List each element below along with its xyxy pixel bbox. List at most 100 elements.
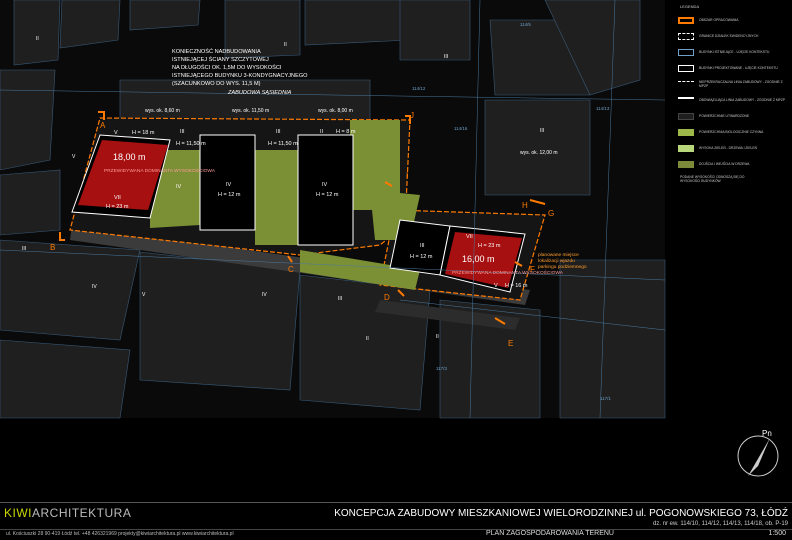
legend-label: WYSOKA ZIELEŃ - DRZEWA I ZIELEŃ	[699, 146, 757, 150]
legend-label: GRANICE DZIAŁEK EWIDENCYJNYCH	[699, 34, 759, 38]
neighbour-height-2: wys. ok. 11,50 m	[232, 108, 269, 114]
legend-item: BUDYNKI ISTNIEJĄCE - UJĘCIE KONTEKSTU	[678, 47, 788, 57]
parcel-number-2: 114/13	[596, 106, 610, 111]
logo-architektura: ARCHITEKTURA	[32, 506, 132, 520]
building-label-4-storeys: IV	[176, 184, 182, 190]
legend-swatch	[678, 48, 694, 56]
legend-item: GRANICE DZIAŁEK EWIDENCYJNYCH	[678, 31, 788, 41]
legend-item: NIEPRZEKRACZALNA LINIA ZABUDOWY - ZGODNI…	[678, 79, 788, 89]
legend-label: OBOWIĄZUJĄCA LINIA ZABUDOWY - ZGODNIE Z …	[699, 98, 786, 102]
parcel-number-3: 114/16	[454, 126, 468, 131]
building-label-10-height: H = 16 m	[505, 283, 528, 289]
existing-storey-2: II	[284, 42, 287, 48]
legend-label: BUDYNKI ISTNIEJĄCE - UJĘCIE KONTEKSTU	[699, 50, 770, 54]
parcel-number-1: 114/12	[412, 86, 426, 91]
legend-swatch	[678, 16, 694, 24]
building-label-8-height: H = 12 m	[410, 254, 433, 260]
legend-item: BUDYNKI PROJEKTOWANE - UJĘCIE KONTEKSTU	[678, 63, 788, 73]
section-marker-e: E	[508, 339, 513, 348]
legend-item: WYSOKA ZIELEŃ - DRZEWA I ZIELEŃ	[678, 143, 788, 153]
legend-item: DOJŚCIA I WEJŚCIA W DRZEWA	[678, 159, 788, 169]
building-label-9-height: H = 23 m	[478, 243, 501, 249]
legend-label: DOJŚCIA I WEJŚCIA W DRZEWA	[699, 162, 750, 166]
section-marker-i: I	[406, 171, 408, 180]
north-arrow: Pn	[737, 429, 779, 477]
section-marker-a: A	[100, 121, 106, 130]
neighbour-height-3: wys. ok. 8,00 m	[318, 108, 353, 114]
legend-swatch	[678, 112, 694, 120]
existing-storey-4: IV	[92, 284, 97, 290]
legend: LEGENDA OBSZAR OPRACOWANIA GRANICE DZIAŁ…	[678, 4, 788, 183]
top-note-line-4: ISTNIEJĄCEGO BUDYNKU 3-KONDYGNACYJNEGO	[172, 73, 308, 79]
parcel-list: dz. nr ew. 114/10, 114/12, 114/13, 114/1…	[653, 521, 788, 527]
top-note-line-1: KONIECZNOŚĆ NADBUDOWANIA	[172, 47, 261, 55]
parcel-number-5: 117/1	[600, 396, 611, 401]
existing-storey-3: III	[540, 128, 544, 134]
legend-label: OBSZAR OPRACOWANIA	[699, 18, 739, 22]
existing-storey-9: III	[444, 54, 448, 60]
building-label-10-storeys: V	[494, 283, 498, 289]
entrance-note-line-1: planowane miejsce	[538, 252, 579, 258]
existing-storey-5: IV	[262, 292, 267, 298]
legend-title: LEGENDA	[680, 4, 700, 9]
building-label-3-storeys: II	[320, 129, 324, 135]
neighbour-label: ZABUDOWA SĄSIEDNIA	[227, 90, 292, 96]
firm-logo: KIWIARCHITEKTURA	[4, 506, 131, 520]
top-note-line-3: NA DŁUGOŚCI OK. 1,5M DO WYSOKOŚCI	[172, 63, 282, 71]
logo-kiwi: KIWI	[4, 506, 32, 520]
north-label: Pn	[762, 429, 772, 438]
legend-swatch	[678, 96, 694, 104]
section-marker-h: H	[522, 201, 528, 210]
legend-swatch	[678, 64, 694, 72]
building-label-1-storeys: III	[180, 129, 185, 135]
building-label-0-storeys: V	[114, 130, 118, 136]
section-marker-g: G	[548, 209, 554, 218]
legend-note: PODANE WYSOKOŚCI ODNOSZĄ SIĘ DO WYSOKOŚC…	[680, 175, 745, 183]
legend-swatch	[678, 160, 694, 168]
legend-item: OBOWIĄZUJĄCA LINIA ZABUDOWY - ZGODNIE Z …	[678, 95, 788, 105]
drawing-scale: 1:500	[768, 530, 786, 537]
legend-label: NIEPRZEKRACZALNA LINIA ZABUDOWY - ZGODNI…	[699, 80, 783, 88]
legend-label: POWIERZCHNIE UTWARDZONE	[699, 114, 750, 118]
legend-item: OBSZAR OPRACOWANIA	[678, 15, 788, 25]
building-label-3-height: H = 8 m	[336, 129, 356, 135]
legend-label: POWIERZCHNIA BIOLOGICZNIE CZYNNA	[699, 130, 764, 134]
building-label-6-storeys: IV	[322, 182, 328, 188]
existing-storey-11: III	[338, 296, 342, 302]
legend-label: BUDYNKI PROJEKTOWANE - UJĘCIE KONTEKSTU	[699, 66, 778, 70]
building-label-8-storeys: III	[420, 243, 425, 249]
building-label-5-height: H = 12 m	[218, 192, 241, 198]
section-marker-j: J	[410, 111, 414, 120]
site-plan: A B C D E F G H I J KONIECZNOŚĆ NADBUDOW…	[0, 0, 779, 477]
existing-storey-12: II	[366, 336, 369, 342]
entrance-note-line-2: lokalizacji wjazdu	[538, 258, 575, 264]
existing-storey-8: III	[22, 246, 26, 252]
legend-swatch	[678, 144, 694, 152]
legend-swatch	[678, 32, 694, 40]
parcel-number-6: 114/5	[520, 22, 531, 27]
top-note-line-5: (SZACUNKOWO DO WYS. 11,5 M)	[172, 81, 261, 87]
section-marker-b: B	[50, 243, 55, 252]
neighbour-height-4: wys. ok. 12,00 m	[520, 150, 558, 156]
top-note-line-2: ISTNIEJĄCEJ ŚCIANY SZCZYTOWEJ	[172, 55, 269, 63]
firm-contact: ul. Kościuszki 28 90-419 Łódź tel. +48 4…	[6, 531, 234, 537]
neighbour-height-1: wys. ok. 8,60 m	[145, 108, 180, 114]
section-marker-c: C	[288, 265, 294, 274]
sheet-title: PLAN ZAGOSPODAROWANIA TERENU	[486, 530, 614, 537]
existing-storey-1: II	[36, 36, 39, 42]
project-title: KONCEPCJA ZABUDOWY MIESZKANIOWEJ WIELORO…	[334, 508, 788, 519]
parcel-number-4: 117/3	[436, 366, 447, 371]
building-label-9-storeys: VII	[466, 234, 473, 240]
building-label-5-storeys: IV	[226, 182, 232, 188]
existing-storey-10: II	[436, 334, 439, 340]
building-label-2-height: H = 11,50 m	[268, 141, 298, 147]
title-block-divider-2	[0, 529, 792, 530]
entrance-note-line-3: parkingu podziemnego	[538, 264, 587, 270]
legend-swatch	[678, 80, 694, 88]
dominant-height-west: 18,00 m	[113, 152, 146, 162]
title-block-divider	[0, 502, 792, 503]
building-label-2-storeys: III	[276, 129, 281, 135]
building-label-1-height: H = 11,50 m	[176, 141, 206, 147]
title-block: KIWIARCHITEKTURA KONCEPCJA ZABUDOWY MIES…	[0, 498, 792, 540]
section-marker-d: D	[384, 293, 390, 302]
